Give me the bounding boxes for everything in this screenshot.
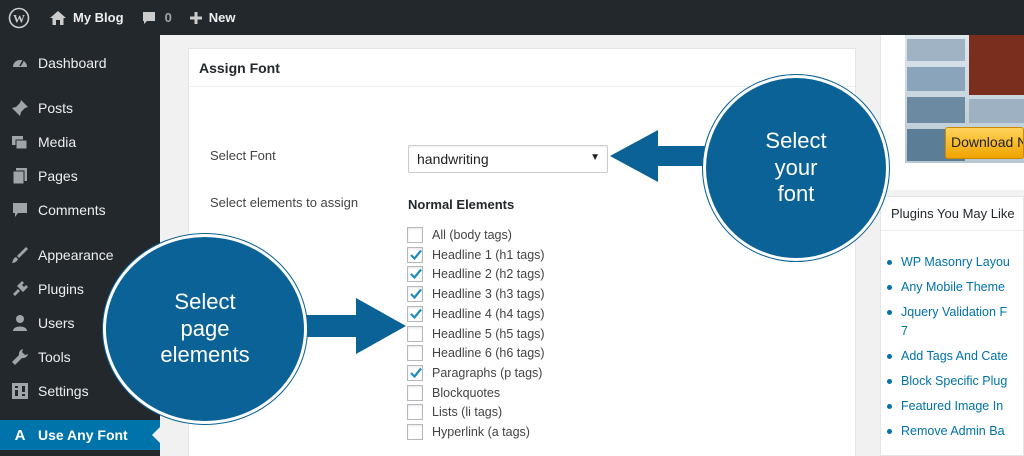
plugin-link[interactable]: Remove Admin Ba — [887, 424, 1005, 438]
element-checkbox-row[interactable]: Lists (li tags) — [407, 402, 502, 422]
menu-posts[interactable]: Posts — [0, 93, 160, 123]
plugin-link[interactable]: Any Mobile Theme — [887, 280, 1005, 294]
select-font-label: Select Font — [210, 148, 276, 163]
svg-text:W: W — [13, 11, 25, 25]
checkbox-unchecked[interactable] — [407, 404, 423, 420]
checkmark-icon — [410, 288, 422, 300]
divider — [881, 230, 1023, 231]
checkbox-checked[interactable] — [407, 286, 423, 302]
panel-title: Assign Font — [189, 49, 855, 87]
admin-bar: W My Blog 0 New — [0, 0, 1024, 35]
element-checkbox-row[interactable]: Headline 4 (h4 tags) — [407, 304, 545, 324]
menu-use-any-font[interactable]: A Use Any Font — [0, 420, 160, 450]
menu-media[interactable]: Media — [0, 127, 160, 157]
pages-icon — [10, 166, 30, 186]
element-checkbox-row[interactable]: Hyperlink (a tags) — [407, 422, 530, 442]
wordpress-logo-icon[interactable]: W — [0, 0, 37, 35]
plugins-title: Plugins You May Like — [891, 206, 1015, 221]
element-checkbox-row[interactable]: Headline 5 (h5 tags) — [407, 324, 545, 344]
checkmark-icon — [410, 249, 422, 261]
checkbox-unchecked[interactable] — [407, 345, 423, 361]
element-checkbox-row[interactable]: Headline 1 (h1 tags) — [407, 245, 545, 265]
font-select[interactable]: handwriting ▼ — [408, 145, 608, 173]
plugins-you-may-like: Plugins You May Like WP Masonry Layou An… — [880, 196, 1024, 456]
normal-elements-heading: Normal Elements — [408, 197, 515, 212]
element-checkbox-row[interactable]: Blockquotes — [407, 383, 500, 403]
element-checkbox-label: Lists (li tags) — [432, 405, 503, 419]
checkbox-unchecked[interactable] — [407, 385, 423, 401]
element-checkbox-label: Headline 1 (h1 tags) — [432, 248, 545, 262]
new-label: New — [208, 10, 236, 25]
site-name-link[interactable]: My Blog — [37, 0, 131, 35]
settings-icon — [10, 381, 30, 401]
wrench-icon — [10, 347, 30, 367]
element-checkbox-label: Headline 5 (h5 tags) — [432, 327, 545, 341]
ad-banner[interactable] — [880, 35, 1024, 190]
comments-count: 0 — [164, 10, 172, 25]
element-checkbox-row[interactable]: Paragraphs (p tags) — [407, 363, 542, 383]
checkmark-icon — [410, 268, 422, 280]
element-checkbox-label: Headline 4 (h4 tags) — [432, 307, 545, 321]
comment-icon — [10, 200, 30, 220]
plugin-link[interactable]: Featured Image In — [886, 399, 1003, 413]
font-select-value: handwriting — [417, 151, 489, 167]
pin-icon — [10, 98, 30, 118]
plugin-link[interactable]: Block Specific Plug — [886, 374, 1007, 388]
chevron-down-icon: ▼ — [590, 152, 600, 163]
checkbox-checked[interactable] — [407, 365, 423, 381]
plugin-link[interactable]: WP Masonry Layou — [887, 255, 1010, 269]
comment-bubble-icon — [142, 11, 155, 24]
dashboard-icon — [10, 53, 30, 73]
checkmark-icon — [410, 367, 422, 379]
download-button[interactable]: Download N — [945, 127, 1024, 159]
element-checkbox-label: Headline 3 (h3 tags) — [432, 287, 545, 301]
user-icon — [10, 313, 30, 333]
checkbox-checked[interactable] — [407, 266, 423, 282]
menu-comments[interactable]: Comments — [0, 195, 160, 225]
element-checkbox-row[interactable]: Headline 6 (h6 tags) — [407, 343, 545, 363]
comments-link[interactable]: 0 — [131, 0, 179, 35]
checkbox-checked[interactable] — [407, 306, 423, 322]
home-icon — [50, 10, 66, 25]
media-icon — [10, 132, 30, 152]
plugin-link[interactable]: Add Tags And Cate — [887, 349, 1008, 363]
callout-select-page-elements: Select page elements — [103, 234, 307, 424]
menu-dashboard[interactable]: Dashboard — [0, 48, 160, 78]
element-checkbox-row[interactable]: All (body tags) — [407, 225, 512, 245]
plugin-link[interactable]: Jquery Validation F — [886, 305, 1007, 319]
select-elements-label: Select elements to assign — [210, 195, 359, 210]
element-checkbox-label: Headline 6 (h6 tags) — [432, 346, 545, 360]
callout-select-font: Select your font — [703, 75, 889, 261]
element-checkbox-label: Hyperlink (a tags) — [432, 425, 530, 439]
menu-pages[interactable]: Pages — [0, 161, 160, 191]
element-checkbox-row[interactable]: Headline 2 (h2 tags) — [407, 264, 545, 284]
plus-icon — [189, 11, 202, 24]
element-checkbox-label: Paragraphs (p tags) — [432, 366, 543, 380]
checkbox-unchecked[interactable] — [407, 227, 423, 243]
plugin-link-continued[interactable]: 7 — [901, 324, 908, 338]
checkmark-icon — [410, 308, 422, 320]
brush-icon — [10, 245, 30, 265]
checkbox-unchecked[interactable] — [407, 326, 423, 342]
element-checkbox-label: Blockquotes — [432, 386, 501, 400]
plug-icon — [10, 279, 30, 299]
site-name: My Blog — [73, 10, 124, 25]
element-checkbox-label: All (body tags) — [432, 228, 512, 242]
new-content-link[interactable]: New — [179, 0, 243, 35]
checkbox-unchecked[interactable] — [407, 424, 423, 440]
element-checkbox-row[interactable]: Headline 3 (h3 tags) — [407, 284, 545, 304]
checkbox-checked[interactable] — [407, 247, 423, 263]
element-checkbox-label: Headline 2 (h2 tags) — [432, 267, 545, 281]
font-a-icon: A — [14, 426, 26, 444]
callout-arrow-elements — [290, 298, 406, 354]
